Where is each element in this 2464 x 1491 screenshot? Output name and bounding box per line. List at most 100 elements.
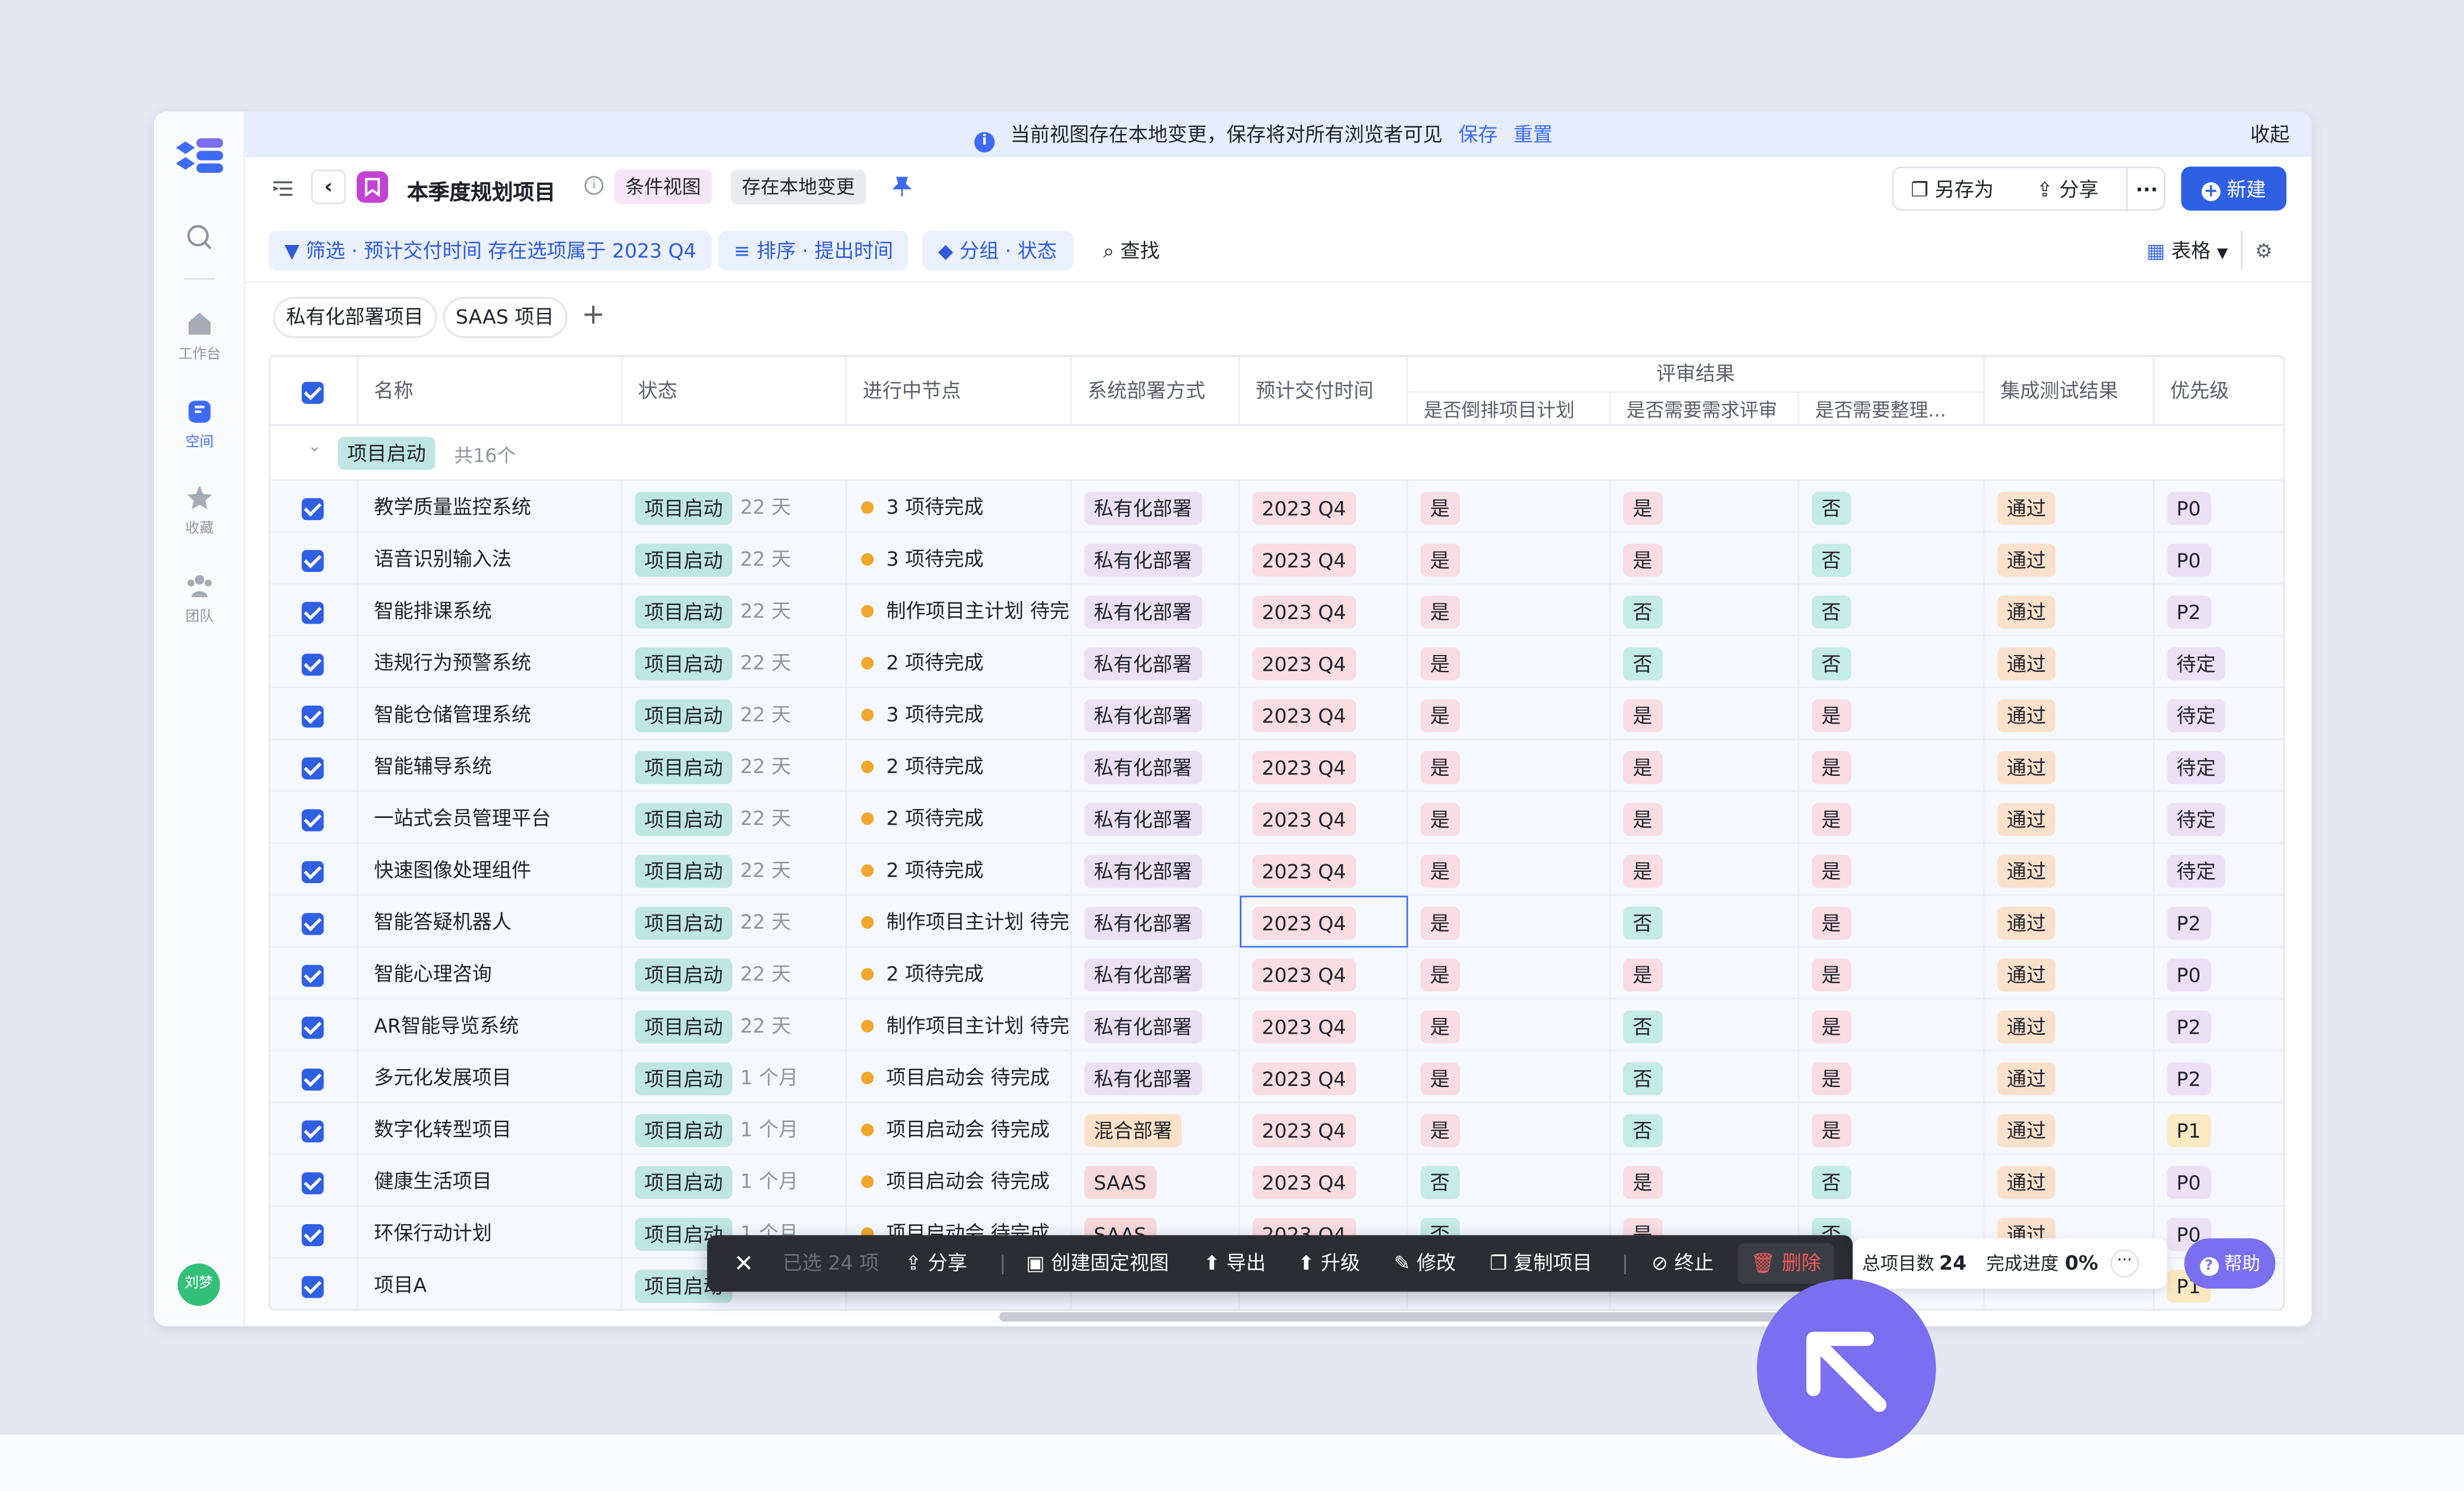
row-checkbox[interactable] [270,480,358,533]
cell-review-req[interactable]: 否 [1611,584,1799,637]
cell-name[interactable]: 一站式会员管理平台 [358,792,622,844]
cell-node[interactable]: 3 项待完成 [847,480,1072,533]
cell-delivery[interactable]: 2023 Q4 [1240,740,1408,792]
cell-name[interactable]: AR智能导览系统 [358,999,622,1052]
cell-priority[interactable]: P1 [2154,1103,2283,1155]
cell-status[interactable]: 项目启动 1 个月 [622,1051,847,1103]
save-as-button[interactable]: ❐ 另存为 [1911,168,1993,212]
local-change-chip[interactable]: 存在本地变更 [730,170,866,204]
table-row[interactable]: 健康生活项目 项目启动 1 个月 项目启动会 待完成 SAAS 2023 Q4 否 是 否 通过 P… [270,1154,2284,1207]
cell-review-req[interactable]: 是 [1611,844,1799,896]
cell-status[interactable]: 项目启动 22 天 [622,740,847,792]
cell-status[interactable]: 项目启动 1 个月 [622,1154,847,1207]
cell-node[interactable]: 3 项待完成 [847,533,1072,585]
row-checkbox[interactable] [270,895,358,948]
cell-priority[interactable]: P2 [2154,999,2283,1051]
cell-review-sort[interactable]: 是 [1799,947,1985,1000]
back-button[interactable]: ‹ [311,170,346,204]
col-priority[interactable]: 优先级 [2154,357,2283,426]
cell-node[interactable]: 2 项待完成 [847,792,1072,844]
cell-delivery[interactable]: 2023 Q4 [1240,1103,1408,1155]
cell-node[interactable]: 2 项待完成 [847,844,1072,896]
cell-review-sort[interactable]: 是 [1799,740,1985,792]
cell-status[interactable]: 项目启动 22 天 [622,533,847,585]
col-deploy[interactable]: 系统部署方式 [1072,356,1240,426]
cell-name[interactable]: 违规行为预警系统 [358,636,622,689]
cell-status[interactable]: 项目启动 22 天 [622,947,847,1000]
cell-test[interactable]: 通过 [1985,1051,2154,1103]
cell-node[interactable]: 3 项待完成 [847,688,1072,740]
cell-delivery[interactable]: 2023 Q4 [1240,999,1408,1052]
row-checkbox[interactable] [270,688,358,740]
col-review-sort[interactable]: 是否需要整理... [1799,391,1985,426]
cell-delivery[interactable]: 2023 Q4 [1240,947,1408,1000]
cell-review-req[interactable]: 否 [1611,895,1799,948]
row-checkbox[interactable] [270,947,358,1000]
cell-delivery[interactable]: 2023 Q4 [1240,844,1408,896]
cell-priority[interactable]: P0 [2154,481,2283,533]
row-checkbox[interactable] [270,533,358,585]
cell-priority[interactable]: P0 [2154,533,2283,584]
cell-delivery[interactable]: 2023 Q4 [1240,895,1408,948]
cell-deploy[interactable]: 私有化部署 [1072,584,1240,637]
table-row[interactable]: 智能辅导系统 项目启动 22 天 2 项待完成 私有化部署 2023 Q4 是 是 是 通过 待定 [270,740,2284,792]
cell-name[interactable]: 智能仓储管理系统 [358,688,622,740]
cell-review-req[interactable]: 否 [1611,1051,1799,1103]
copy-project-button[interactable]: ❐ 复制项目 [1490,1235,1592,1292]
cell-delivery[interactable]: 2023 Q4 [1240,1051,1408,1103]
pin-icon[interactable] [892,176,912,198]
cell-review-req[interactable]: 否 [1611,999,1799,1052]
cell-review-req[interactable]: 是 [1611,947,1799,1000]
row-checkbox[interactable] [270,636,358,689]
cell-name[interactable]: 多元化发展项目 [358,1051,622,1103]
cell-deploy[interactable]: 私有化部署 [1072,844,1240,896]
cell-review-req[interactable]: 是 [1611,792,1799,844]
find-button[interactable]: ⌕ 查找 [1088,231,1176,270]
cell-priority[interactable]: P2 [2154,1051,2283,1103]
col-test[interactable]: 集成测试结果 [1985,356,2154,426]
sidebar-item-workbench[interactable]: 工作台 [154,310,245,363]
close-icon[interactable]: ✕ [734,1235,753,1292]
cell-delivery[interactable]: 2023 Q4 [1240,636,1408,689]
cell-priority[interactable]: 待定 [2154,637,2283,688]
cell-node[interactable]: 制作项目主计划 待完 [847,895,1072,948]
cell-delivery[interactable]: 2023 Q4 [1240,584,1408,637]
cell-status[interactable]: 项目启动 22 天 [622,688,847,740]
cell-review-req[interactable]: 是 [1611,688,1799,740]
cell-node[interactable]: 2 项待完成 [847,947,1072,1000]
more-icon[interactable]: ··· [2110,1249,2139,1278]
cell-priority[interactable]: 待定 [2154,740,2283,792]
cell-node[interactable]: 制作项目主计划 待完 [847,584,1072,637]
cell-deploy[interactable]: 私有化部署 [1072,533,1240,585]
cell-test[interactable]: 通过 [1985,947,2154,1000]
horizontal-scrollbar[interactable] [999,1312,1801,1322]
toolbar-share-button[interactable]: ⇪ 分享 [905,1235,967,1292]
row-checkbox[interactable] [270,844,358,896]
more-icon[interactable]: ··· [2126,168,2158,212]
cell-deploy[interactable]: 私有化部署 [1072,999,1240,1052]
cell-review-sort[interactable]: 是 [1799,1051,1985,1103]
tab-saas[interactable]: SAAS 项目 [443,297,567,338]
cell-priority[interactable]: 待定 [2154,792,2283,844]
view-type-chip[interactable]: 条件视图 [614,170,712,204]
view-type-select[interactable]: ▦ 表格 ▼ [2131,231,2244,270]
cell-node[interactable]: 项目启动会 待完成 [847,1103,1072,1155]
cell-review-plan[interactable]: 是 [1408,480,1611,533]
filter-chip[interactable]: ▼ 筛选 · 预计交付时间 存在选项属于 2023 Q4 [269,231,712,271]
cell-test[interactable]: 通过 [1985,533,2154,585]
col-review-plan[interactable]: 是否倒排项目计划 [1408,391,1611,426]
row-checkbox[interactable] [270,1103,358,1155]
row-checkbox[interactable] [270,1154,358,1207]
cell-name[interactable]: 智能辅导系统 [358,740,622,792]
table-row[interactable]: 快速图像处理组件 项目启动 22 天 2 项待完成 私有化部署 2023 Q4 是 是 是 通过 待… [270,844,2284,896]
col-delivery[interactable]: 预计交付时间 [1240,356,1408,426]
create-fixed-view-button[interactable]: ▣ 创建固定视图 [1026,1235,1169,1292]
row-checkbox[interactable] [270,584,358,637]
cell-status[interactable]: 项目启动 22 天 [622,792,847,844]
cell-review-plan[interactable]: 是 [1408,999,1611,1052]
sidebar-item-space[interactable]: 空间 [154,398,245,451]
cell-status[interactable]: 项目启动 22 天 [622,844,847,896]
row-checkbox[interactable] [270,1051,358,1103]
edit-button[interactable]: ✎ 修改 [1394,1235,1456,1292]
cell-review-req[interactable]: 是 [1611,480,1799,533]
